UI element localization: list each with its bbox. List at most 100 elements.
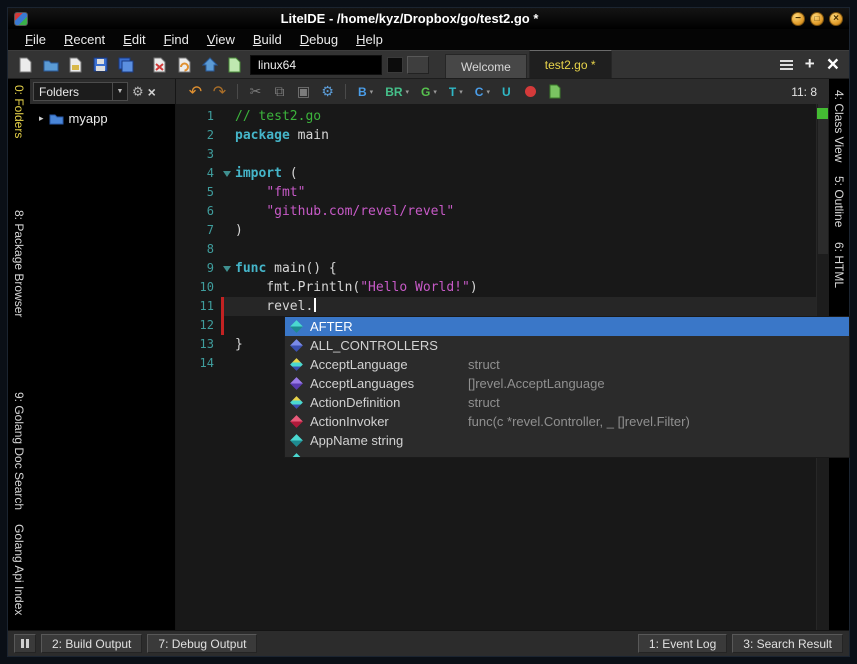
panel-gear-icon[interactable]: ⚙ bbox=[132, 84, 144, 100]
status-bar: 2: Build Output 7: Debug Output 1: Event … bbox=[8, 630, 849, 656]
new-session-icon[interactable] bbox=[222, 53, 247, 77]
completion-item-after[interactable]: AFTER bbox=[285, 317, 849, 336]
close-document-icon[interactable] bbox=[827, 54, 839, 76]
code-token: main() { bbox=[266, 261, 337, 276]
title-bar[interactable]: LiteIDE - /home/kyz/Dropbox/go/test2.go … bbox=[8, 8, 849, 29]
panel-close-icon[interactable]: × bbox=[148, 85, 156, 99]
fold-icon[interactable] bbox=[220, 259, 235, 278]
menu-build[interactable]: Build bbox=[244, 30, 291, 49]
build-button-u[interactable]: U bbox=[496, 82, 517, 102]
undo-icon[interactable]: ↶ bbox=[184, 82, 207, 102]
new-file-icon[interactable] bbox=[13, 53, 38, 77]
cut-icon[interactable]: ✂ bbox=[244, 82, 267, 102]
menu-view[interactable]: View bbox=[198, 30, 244, 49]
line-number: 9 bbox=[206, 261, 214, 275]
maximize-icon[interactable] bbox=[810, 11, 824, 26]
build-target-combo[interactable]: linux64 bbox=[250, 54, 382, 75]
copy-icon[interactable]: ⧉ bbox=[268, 82, 291, 102]
completion-item-acceptlanguage[interactable]: AcceptLanguage struct bbox=[285, 355, 849, 374]
line-number: 7 bbox=[206, 223, 214, 237]
line-number: 13 bbox=[199, 337, 214, 351]
completion-item-appname-string[interactable]: AppName string bbox=[285, 431, 849, 450]
code-token: "Hello World!" bbox=[360, 280, 470, 295]
completion-item-actioninvoker[interactable]: ActionInvoker func(c *revel.Controller, _… bbox=[285, 412, 849, 431]
reload-file-icon[interactable] bbox=[172, 53, 197, 77]
menu-edit[interactable]: Edit bbox=[114, 30, 154, 49]
menu-find[interactable]: Find bbox=[155, 30, 198, 49]
code-token: } bbox=[235, 337, 243, 352]
sidebar-tab-6-html[interactable]: 6: HTML bbox=[832, 238, 846, 292]
autocomplete-popup: AFTER ALL_CONTROLLERS AcceptLanguage struct… bbox=[284, 316, 850, 458]
line-number: 5 bbox=[206, 185, 214, 199]
build-button-t[interactable]: T ▾ bbox=[443, 82, 469, 102]
completion-item-all-controllers[interactable]: ALL_CONTROLLERS bbox=[285, 336, 849, 355]
sidebar-tab-golang-api-index[interactable]: Golang Api Index bbox=[12, 519, 26, 620]
open-file-icon[interactable] bbox=[63, 53, 88, 77]
completion-item[interactable] bbox=[285, 450, 849, 457]
build-button-c[interactable]: C ▾ bbox=[469, 82, 496, 102]
tab-label: Welcome bbox=[461, 59, 511, 74]
menu-recent[interactable]: Recent bbox=[55, 30, 114, 49]
window-controls bbox=[791, 11, 843, 26]
tree-item-myapp[interactable]: ▸ myapp bbox=[30, 109, 175, 128]
build-button-br[interactable]: BR ▾ bbox=[379, 82, 415, 102]
home-icon[interactable] bbox=[197, 53, 222, 77]
fold-column bbox=[220, 335, 235, 354]
fold-column bbox=[220, 354, 235, 373]
completion-item-actiondefinition[interactable]: ActionDefinition struct bbox=[285, 393, 849, 412]
code-text: ) bbox=[235, 221, 243, 240]
redo-icon[interactable]: ↷ bbox=[208, 82, 231, 102]
completion-name: ALL_CONTROLLERS bbox=[310, 338, 438, 353]
completion-item-acceptlanguages[interactable]: AcceptLanguages []revel.AcceptLanguage bbox=[285, 374, 849, 393]
build-config-icon[interactable]: ⚙ bbox=[316, 82, 339, 102]
dropdown-arrow-icon: ▾ bbox=[459, 88, 463, 96]
save-icon[interactable] bbox=[88, 53, 113, 77]
fold-icon[interactable] bbox=[220, 164, 235, 183]
menu-file[interactable]: File bbox=[16, 30, 55, 49]
build-button-label: BR bbox=[385, 84, 403, 99]
completion-detail: []revel.AcceptLanguage bbox=[468, 376, 605, 391]
code-token: ) bbox=[235, 223, 243, 238]
target-mini-button[interactable] bbox=[387, 56, 403, 73]
sidebar-tab-9-golang-doc-search[interactable]: 9: Golang Doc Search bbox=[12, 387, 26, 515]
sidebar-tab-4-class-view[interactable]: 4: Class View bbox=[832, 86, 846, 166]
status-button-2-build-output[interactable]: 2: Build Output bbox=[41, 634, 143, 653]
expander-icon: ▸ bbox=[39, 113, 44, 123]
status-button-7-debug-output[interactable]: 7: Debug Output bbox=[147, 634, 258, 653]
new-tab-icon[interactable] bbox=[805, 55, 815, 74]
menu-help[interactable]: Help bbox=[347, 30, 392, 49]
build-button-b[interactable]: B ▾ bbox=[352, 82, 379, 102]
app-icon bbox=[14, 11, 28, 26]
build-button-label: G bbox=[421, 84, 431, 99]
build-button-g[interactable]: G ▾ bbox=[415, 82, 443, 102]
pause-output-button[interactable] bbox=[14, 634, 36, 653]
target-env-button[interactable] bbox=[407, 55, 429, 74]
panel-selector-combo[interactable]: Folders bbox=[33, 82, 128, 101]
build-button-label: U bbox=[501, 84, 511, 99]
paste-icon[interactable]: ▣ bbox=[292, 82, 315, 102]
menu-debug[interactable]: Debug bbox=[291, 30, 347, 49]
save-all-icon[interactable] bbox=[113, 53, 138, 77]
tab-list-icon[interactable] bbox=[779, 59, 793, 70]
scrollbar-thumb[interactable] bbox=[818, 104, 828, 254]
status-button-3-search-result[interactable]: 3: Search Result bbox=[732, 634, 843, 653]
tab-test2-go[interactable]: test2.go * bbox=[528, 50, 612, 78]
code-token: package bbox=[235, 128, 290, 143]
open-folder-icon[interactable] bbox=[38, 53, 63, 77]
minimize-icon[interactable] bbox=[791, 11, 805, 26]
close-file-icon[interactable] bbox=[147, 53, 172, 77]
tab-welcome[interactable]: Welcome bbox=[445, 54, 527, 78]
line-number: 6 bbox=[206, 204, 214, 218]
status-button-1-event-log[interactable]: 1: Event Log bbox=[637, 634, 728, 653]
line-number: 2 bbox=[206, 128, 214, 142]
build-button-label: T bbox=[448, 84, 457, 99]
code-line-5: 5 "fmt" bbox=[176, 183, 816, 202]
sidebar-tab-5-outline[interactable]: 5: Outline bbox=[832, 172, 846, 231]
stop-icon[interactable] bbox=[524, 86, 536, 97]
sidebar-tab-8-package-browser[interactable]: 8: Package Browser bbox=[12, 205, 26, 322]
line-number: 12 bbox=[199, 318, 214, 332]
sidebar-tab-0-folders[interactable]: 0: Folders bbox=[12, 80, 26, 143]
close-window-icon[interactable] bbox=[829, 11, 843, 26]
export-icon[interactable] bbox=[544, 82, 567, 102]
